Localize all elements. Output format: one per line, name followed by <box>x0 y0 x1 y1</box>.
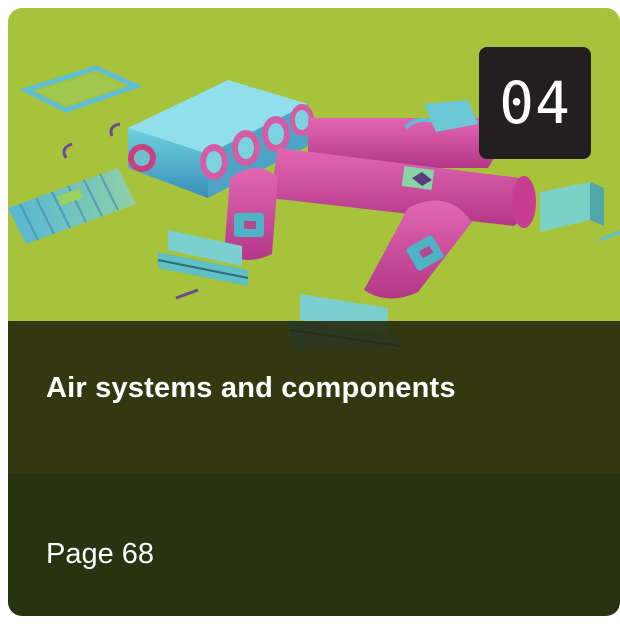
page-reference: Page 68 <box>46 538 155 570</box>
filter-frame <box>19 65 143 113</box>
chapter-number: 04 <box>499 69 571 137</box>
chapter-number-badge: 04 <box>479 47 591 159</box>
chapter-card[interactable]: 04 Air systems and components Page 68 <box>8 8 620 616</box>
drop-duct-right <box>364 200 472 299</box>
card-title: Air systems and components <box>46 372 456 404</box>
flex-duct <box>8 168 136 244</box>
